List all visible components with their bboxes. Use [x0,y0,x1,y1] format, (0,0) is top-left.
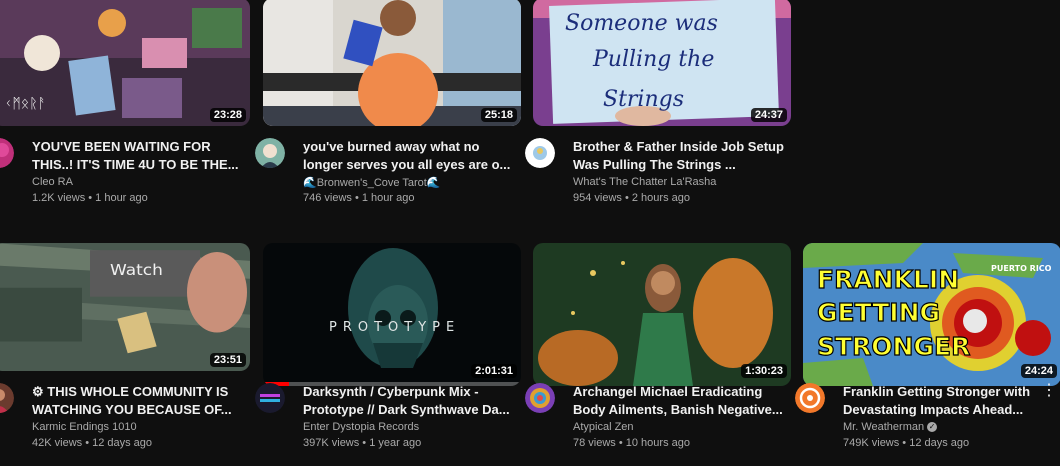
svg-text:FRANKLIN GETTING: FRANKLIN GETTING STRONGER [817,265,970,361]
video-title[interactable]: Darksynth / Cyberpunk Mix - Prototype //… [303,383,515,419]
verified-badge-icon: ✓ [927,422,938,433]
video-title[interactable]: Franklin Getting Stronger with Devastati… [843,383,1043,419]
video-thumbnail[interactable]: Someone was Pulling the Strings 24:37 [533,0,791,126]
video-title[interactable]: you've burned away what no longer serves… [303,138,515,174]
thumbnail-text-line: GETTING [817,298,940,327]
channel-name[interactable]: Enter Dystopia Records [303,421,515,433]
video-thumbnail[interactable]: 1:30:23 [533,243,791,386]
channel-name[interactable]: Atypical Zen [573,421,785,433]
video-thumbnail[interactable]: 25:18 [263,0,521,126]
duration-badge: 23:28 [209,108,246,122]
channel-avatar[interactable] [255,138,285,168]
channel-avatar[interactable] [795,383,825,413]
video-title[interactable]: ⚙ THIS WHOLE COMMUNITY IS WATCHING YOU B… [32,383,244,419]
channel-avatar[interactable] [255,383,285,413]
duration-badge: 24:24 [1020,364,1057,378]
video-stats: 1.2K views • 1 hour ago [32,192,148,204]
video-title[interactable]: YOU'VE BEEN WAITING FOR THIS..! IT'S TIM… [32,138,244,174]
video-title[interactable]: Brother & Father Inside Job Setup Was Pu… [573,138,785,174]
duration-badge: 1:30:23 [741,364,787,378]
more-options-icon[interactable]: ⋮ [1041,383,1057,399]
video-thumbnail[interactable]: PUERTO RICO FRANKLIN GETTING STRONGER 24… [803,243,1060,386]
thumbnail-text-line: Someone was [565,11,718,36]
channel-name[interactable]: Cleo RA [32,176,244,188]
duration-badge: 2:01:31 [471,364,517,378]
video-thumbnail[interactable]: Watch 23:51 [0,243,250,371]
video-stats: 954 views • 2 hours ago [573,192,690,204]
channel-avatar[interactable] [0,383,14,413]
channel-avatar[interactable] [0,138,14,168]
duration-badge: 25:18 [480,108,517,122]
channel-avatar[interactable] [525,383,555,413]
channel-name[interactable]: What's The Chatter La'Rasha [573,176,785,188]
video-stats: 746 views • 1 hour ago [303,192,415,204]
svg-text:ᚲᛗᛟᚱᚨ: ᚲᛗᛟᚱᚨ [4,96,46,112]
channel-name[interactable]: Karmic Endings 1010 [32,421,244,433]
channel-name[interactable]: 🌊Bronwen's_Cove Tarot🌊 [303,176,515,189]
video-title[interactable]: Archangel Michael Eradicating Body Ailme… [573,383,785,419]
video-thumbnail[interactable]: PROTOTYPE 2:01:31 [263,243,521,386]
video-stats: 78 views • 10 hours ago [573,437,690,449]
channel-avatar[interactable] [525,138,555,168]
video-stats: 397K views • 1 year ago [303,437,422,449]
video-stats: 42K views • 12 days ago [32,437,153,449]
duration-badge: 23:51 [209,353,246,367]
thumbnail-text-line: Strings [603,87,684,112]
thumbnail-text: Watch [110,261,163,279]
video-stats: 749K views • 12 days ago [843,437,970,449]
thumbnail-text-line: STRONGER [817,332,970,361]
thumbnail-text-line: Pulling the [592,47,714,72]
channel-line[interactable]: Mr. Weatherman ✓ [843,421,1055,433]
map-label: PUERTO RICO [991,264,1052,273]
channel-name[interactable]: Mr. Weatherman [843,421,924,433]
thumbnail-text: PROTOTYPE [329,320,460,335]
video-thumbnail[interactable]: ᚲᛗᛟᚱᚨ 23:28 [0,0,250,126]
duration-badge: 24:37 [750,108,787,122]
thumbnail-text-line: FRANKLIN [817,265,959,294]
